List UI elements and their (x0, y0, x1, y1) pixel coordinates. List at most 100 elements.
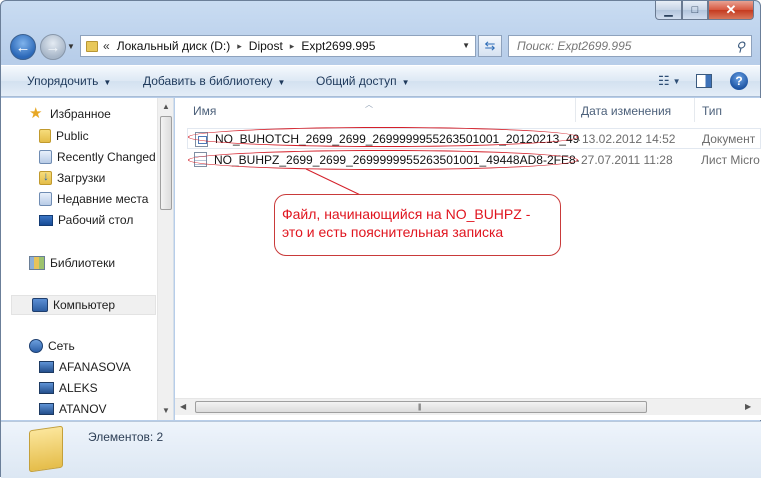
close-button[interactable]: ✕ (708, 1, 754, 20)
file-date: 27.07.2011 11:28 (581, 152, 673, 167)
scroll-down-icon[interactable]: ▼ (162, 406, 170, 415)
highlight-ellipse (188, 127, 578, 147)
nav-item-label: ATANOV (59, 402, 107, 416)
nav-item-atanov[interactable]: ATANOV (39, 402, 107, 416)
computer-icon (39, 403, 54, 415)
chevron-right-icon[interactable]: ▸ (286, 41, 299, 52)
file-list: ︿ Имя Дата изменения Тип NO_BUHOTCH_2699… (175, 98, 761, 420)
scrollbar-thumb[interactable] (160, 116, 172, 210)
address-dropdown-icon[interactable]: ▼ (462, 41, 470, 50)
column-divider[interactable] (694, 98, 695, 122)
nav-network[interactable]: Сеть (29, 339, 75, 353)
view-controls: ☷ ▼ ? (658, 72, 748, 90)
help-icon[interactable]: ? (730, 72, 748, 90)
nav-computer-label: Компьютер (53, 298, 116, 312)
refresh-icon: ⇆ (484, 38, 496, 53)
folder-icon (86, 40, 98, 52)
nav-item-afanasova[interactable]: AFANASOVA (39, 360, 131, 374)
add-to-library-menu[interactable]: Добавить в библиотеку ▼ (143, 74, 285, 88)
nav-item-label: Public (56, 129, 89, 143)
nav-favorites[interactable]: ★ Избранное (29, 105, 111, 122)
recent-pages-dropdown[interactable]: ▼ (67, 42, 75, 51)
libraries-icon (29, 256, 45, 270)
sort-indicator-icon: ︿ (365, 100, 373, 109)
forward-button[interactable]: → (40, 34, 66, 60)
search-box[interactable]: ⚲ (508, 35, 752, 57)
back-button[interactable]: ← (10, 34, 36, 60)
recent-folder-icon (39, 150, 52, 164)
annotation-text: Файл, начинающийся на NO_BUHPZ - это и е… (282, 206, 531, 240)
folder-icon (39, 129, 51, 143)
nav-libraries-label: Библиотеки (50, 256, 116, 270)
command-bar: Упорядочить ▼ Добавить в библиотеку ▼ Общи… (1, 65, 760, 97)
scrollbar-thumb[interactable]: ||| (195, 401, 647, 413)
nav-favorites-label: Избранное (50, 107, 111, 121)
navigation-pane: ★ Избранное Public Recently Changed Загр… (1, 98, 174, 420)
scroll-right-icon[interactable]: ▶ (745, 402, 751, 411)
explorer-window: ▁ □ ✕ ← → ▼ « Локальный диск (D:) ▸ Dipo… (0, 0, 761, 478)
star-icon: ★ (29, 105, 43, 122)
chevron-down-icon: ▼ (277, 78, 286, 87)
nav-item-recently-changed[interactable]: Recently Changed (39, 150, 156, 164)
column-header-date[interactable]: Дата изменения (581, 104, 671, 118)
breadcrumb-expt[interactable]: Expt2699.995 (298, 39, 378, 53)
maximize-button[interactable]: □ (682, 1, 708, 20)
column-header-name[interactable]: Имя (193, 104, 216, 118)
chevron-down-icon: ▼ (401, 78, 410, 87)
chevron-right-icon[interactable]: ▸ (233, 41, 246, 52)
nav-item-aleks[interactable]: ALEKS (39, 381, 98, 395)
organize-label: Упорядочить (27, 74, 99, 88)
organize-menu[interactable]: Упорядочить ▼ (27, 74, 111, 88)
nav-item-desktop[interactable]: Рабочий стол (39, 213, 133, 227)
downloads-icon (39, 169, 52, 185)
desktop-icon (39, 214, 53, 226)
file-type: Лист Micro (701, 152, 760, 167)
computer-icon (39, 382, 54, 394)
nav-item-label: AFANASOVA (59, 360, 131, 374)
nav-item-label: ALEKS (59, 381, 98, 395)
file-date: 13.02.2012 14:52 (582, 131, 676, 146)
preview-pane-icon[interactable] (696, 74, 712, 88)
search-icon[interactable]: ⚲ (735, 39, 745, 55)
computer-icon (32, 298, 48, 312)
horizontal-scrollbar[interactable]: ◀ ||| ▶ (175, 398, 761, 415)
share-label: Общий доступ (316, 74, 397, 88)
scroll-up-icon[interactable]: ▲ (162, 102, 170, 111)
nav-scrollbar[interactable]: ▲ ▼ (157, 98, 173, 420)
nav-item-public[interactable]: Public (39, 129, 89, 143)
nav-network-label: Сеть (48, 339, 75, 353)
annotation-callout: Файл, начинающийся на NO_BUHPZ - это и е… (274, 194, 561, 256)
nav-computer[interactable]: Компьютер (11, 295, 156, 315)
nav-item-label: Рабочий стол (58, 213, 134, 227)
search-input[interactable] (517, 39, 727, 53)
nav-libraries[interactable]: Библиотеки (29, 256, 115, 270)
column-header-type[interactable]: Тип (702, 104, 722, 118)
address-bar[interactable]: « Локальный диск (D:) ▸ Dipost ▸ Expt269… (80, 35, 476, 57)
nav-item-downloads[interactable]: Загрузки (39, 169, 106, 185)
column-divider[interactable] (575, 98, 576, 122)
nav-item-label: Недавние места (57, 192, 149, 206)
nav-item-label: Загрузки (57, 171, 106, 185)
view-options-icon[interactable]: ☷ ▼ (658, 73, 681, 89)
computer-icon (39, 361, 54, 373)
window-caption-buttons: ▁ □ ✕ (655, 1, 754, 20)
breadcrumb-local-disk[interactable]: Локальный диск (D:) (114, 39, 234, 53)
grip-icon: ||| (418, 404, 422, 411)
refresh-button[interactable]: ⇆ (478, 35, 502, 57)
recent-places-icon (39, 192, 52, 206)
nav-item-recent-places[interactable]: Недавние места (39, 192, 148, 206)
address-overflow[interactable]: « (103, 39, 114, 53)
nav-item-label: Recently Changed (57, 150, 156, 164)
folder-icon (29, 425, 63, 473)
address-row: ← → ▼ « Локальный диск (D:) ▸ Dipost ▸ E… (1, 29, 760, 63)
network-icon (29, 339, 43, 353)
share-menu[interactable]: Общий доступ ▼ (316, 74, 410, 88)
chevron-down-icon: ▼ (103, 78, 112, 87)
scroll-left-icon[interactable]: ◀ (180, 402, 186, 411)
details-pane: Элементов: 2 (1, 421, 761, 478)
file-type: Документ (702, 131, 756, 146)
add-to-library-label: Добавить в библиотеку (143, 74, 273, 88)
arrow-right-icon: → (45, 38, 61, 56)
breadcrumb-dipost[interactable]: Dipost (246, 39, 286, 53)
minimize-button[interactable]: ▁ (655, 1, 682, 20)
